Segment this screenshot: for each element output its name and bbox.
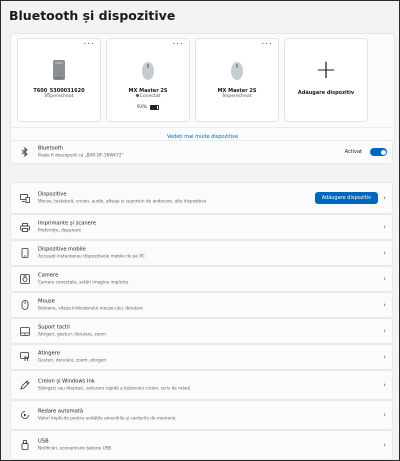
section-title: Mouse [38, 298, 55, 305]
phone-icon [20, 248, 30, 258]
section-row-mouse[interactable]: Mouse Butoane, viteza indicatorului mous… [10, 292, 393, 318]
touch-icon [20, 352, 30, 362]
chevron-right-icon: › [383, 327, 386, 335]
section-subtitle: Gesturi, derulare, zoom, atingeri [38, 357, 107, 363]
section-subtitle: Accesați instantaneu dispozitivele mobil… [38, 253, 145, 259]
devices-panel: ... T600_5300031620 Împerecheat ... MX M… [10, 33, 395, 149]
section-title: USB [38, 438, 49, 445]
section-row-camere[interactable]: Camere Camere conectate, setări imagine … [10, 266, 393, 292]
section-subtitle: Butoane, viteza indicatorului mouse-ului… [38, 305, 143, 311]
section-row-imprimante[interactable]: Imprimante și scanere Preferințe, depana… [10, 214, 393, 240]
section-title: Dispozitive mobile [38, 246, 86, 253]
section-subtitle: Notificări, economisire baterie USB [38, 445, 112, 451]
devices-icon [20, 193, 30, 203]
bluetooth-title: Bluetooth [38, 145, 64, 152]
more-options-icon[interactable]: ... [83, 37, 95, 47]
bluetooth-row[interactable]: Bluetooth Poate fi descoperit ca „BAR-OF… [10, 140, 393, 164]
section-subtitle: Camere conectate, setări imagine implici… [38, 279, 129, 285]
device-card-mouse-paired[interactable]: ... MX Master 2S Împerecheat [195, 37, 279, 122]
usb-icon [20, 440, 30, 450]
add-device-card[interactable]: + Adăugare dispozitiv [284, 38, 368, 122]
chevron-right-icon: › [383, 353, 386, 361]
chevron-right-icon: › [383, 249, 386, 257]
chevron-right-icon: › [383, 194, 386, 202]
device-battery: 93% [107, 104, 189, 111]
camera-icon [20, 274, 30, 284]
device-status: Împerecheat [222, 94, 252, 99]
device-card-mouse-connected[interactable]: ... MX Master 2S Conectat 93% [106, 37, 190, 122]
bluetooth-subtitle: Poate fi descoperit ca „BAR-OF-36WK72” [38, 152, 124, 158]
section-title: Imprimante și scanere [38, 220, 97, 227]
section-row-autoplay[interactable]: Redare automată Valori implicite pentru … [10, 400, 393, 430]
section-title: Camere [38, 272, 59, 279]
battery-icon [150, 104, 160, 111]
mouse-icon [107, 51, 189, 81]
section-title: Creion și Windows Ink [38, 378, 95, 385]
pen-icon [20, 380, 30, 390]
add-device-label: Adăugare dispozitiv [297, 90, 355, 96]
chevron-right-icon: › [383, 381, 386, 389]
computer-icon [18, 51, 100, 81]
section-row-dispozitive[interactable]: Dispozitive Mouse, tastatură, creion, au… [10, 182, 393, 214]
chevron-right-icon: › [383, 275, 386, 283]
settings-window: Bluetooth și dispozitive ... T600_530003… [0, 0, 400, 461]
plus-icon: + [315, 55, 337, 85]
section-title: Atingere [38, 350, 60, 357]
more-options-icon[interactable]: ... [261, 37, 273, 47]
touchpad-icon [20, 326, 30, 336]
section-subtitle: Preferințe, depanare [38, 227, 82, 233]
chevron-right-icon: › [383, 223, 386, 231]
page-title: Bluetooth și dispozitive [9, 8, 176, 23]
bluetooth-status: Activat [344, 149, 362, 155]
connected-status-icon [135, 94, 139, 97]
section-title: Redare automată [38, 408, 84, 415]
section-row-creion[interactable]: Creion și Windows Ink Stângaci sau drept… [10, 370, 393, 400]
section-subtitle: Atingeri, gesturi, derulare, zoom [38, 331, 106, 337]
bluetooth-icon [20, 147, 30, 157]
chevron-right-icon: › [383, 301, 386, 309]
section-subtitle: Stângaci sau dreptaci, anturare rapidă a… [38, 385, 191, 391]
more-options-icon[interactable]: ... [172, 37, 184, 47]
section-subtitle: Valori implicite pentru unitățile amovib… [38, 415, 176, 421]
divider [11, 127, 394, 128]
chevron-right-icon: › [383, 441, 386, 449]
section-row-touchpad[interactable]: Suport tactil Atingeri, gesturi, derular… [10, 318, 393, 344]
section-row-mobile[interactable]: Dispozitive mobile Accesați instantaneu … [10, 240, 393, 266]
section-subtitle: Mouse, tastatură, creion, audio, afișaje… [38, 198, 207, 204]
printer-icon [20, 222, 30, 232]
mouse-icon [20, 300, 30, 310]
section-row-atingere[interactable]: Atingere Gesturi, derulare, zoom, atinge… [10, 344, 393, 370]
autoplay-icon [20, 410, 30, 420]
section-row-usb[interactable]: USB Notificări, economisire baterie USB … [10, 430, 393, 460]
section-title: Suport tactil [38, 324, 70, 331]
chevron-right-icon: › [383, 411, 386, 419]
add-device-button[interactable]: Adăugare dispozitiv [314, 192, 378, 204]
section-title: Dispozitive [38, 191, 67, 198]
device-status: Conectat [107, 94, 189, 100]
device-card-computer[interactable]: ... T600_5300031620 Împerecheat [17, 37, 101, 122]
device-status: Împerecheat [44, 94, 74, 99]
mouse-icon [196, 51, 278, 81]
bluetooth-toggle[interactable] [370, 148, 387, 156]
